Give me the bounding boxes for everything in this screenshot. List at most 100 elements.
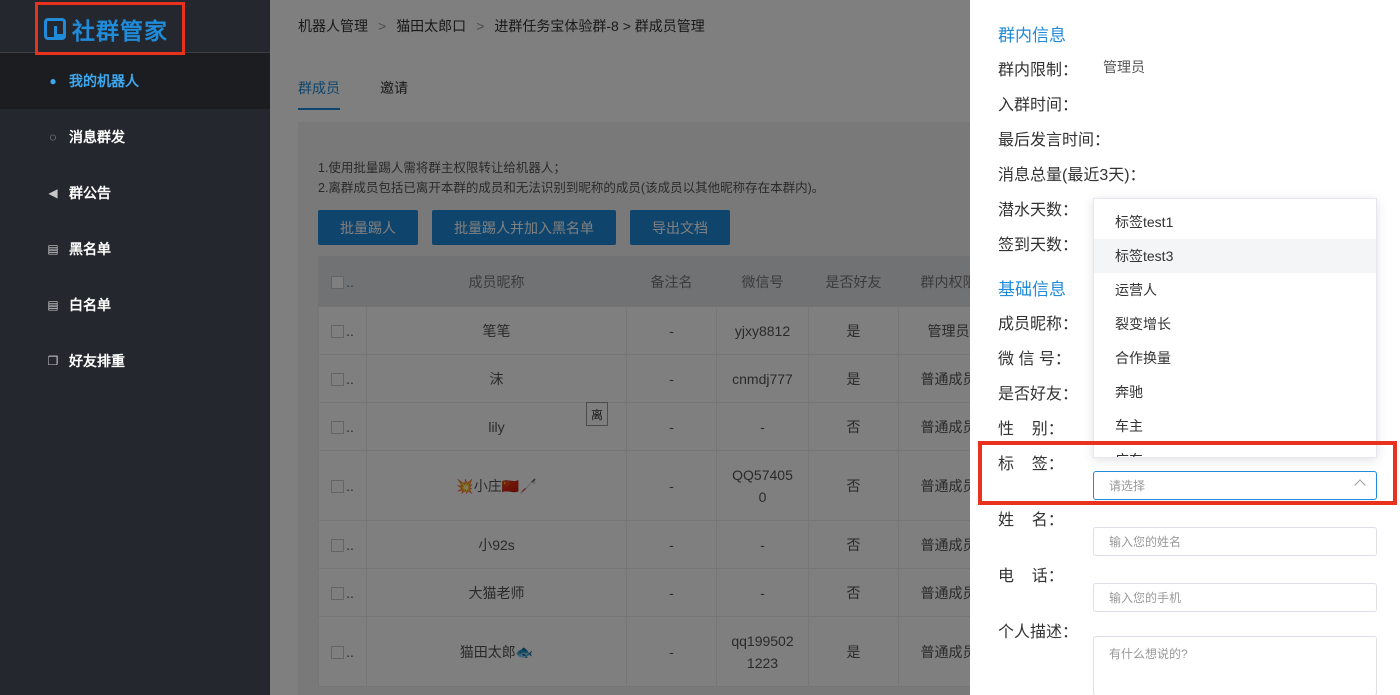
cell-role: 管理员 <box>898 306 970 355</box>
row-select-cell[interactable]: .. <box>318 306 367 355</box>
row-select-cell[interactable]: .. <box>318 354 367 403</box>
group-limit-value: 管理员 <box>1103 59 1145 75</box>
cell-wechat: - <box>716 520 809 569</box>
cell-nickname: 沫 <box>366 354 627 403</box>
row-checkbox[interactable] <box>331 587 345 601</box>
export-button[interactable]: 导出文档 <box>630 210 730 245</box>
table-row[interactable]: .. 沫 - cnmdj777 是 普通成员 <box>318 354 970 403</box>
phone-input-placeholder: 输入您的手机 <box>1109 591 1182 605</box>
tag-option[interactable]: 运营人 <box>1094 273 1376 307</box>
breadcrumb-item[interactable]: 猫田太郎口 <box>396 18 466 34</box>
cell-nickname: 小92s <box>366 520 627 569</box>
tag-option[interactable]: 广东 <box>1094 443 1376 457</box>
tag-option[interactable]: 奔驰 <box>1094 375 1376 409</box>
description-label: 个人描述： <box>998 624 1079 641</box>
cell-role: 普通成员 <box>898 450 970 521</box>
sidebar: 社群管家 ● 我的机器人 ◌ 消息群发 ◀ 群公告 ▤ 黑名单 ▤ 白名单 ❐ … <box>0 0 270 695</box>
cell-nickname: 笔笔 <box>366 306 627 355</box>
phone-label: 电 话： <box>998 568 1064 585</box>
header-remark: 备注名 <box>626 256 717 307</box>
select-all-checkbox[interactable] <box>331 276 345 290</box>
cell-role: 普通成员 <box>898 354 970 403</box>
breadcrumb: 机器人管理 > 猫田太郎口 > 进群任务宝体验群-8 > 群成员管理 <box>298 16 705 36</box>
cell-remark: - <box>626 450 717 521</box>
name-input[interactable]: 输入您的姓名 <box>1093 527 1377 556</box>
tag-option[interactable]: 标签test1 <box>1094 205 1376 239</box>
select-all-header[interactable]: .. <box>318 256 367 307</box>
header-role: 群内权限 <box>898 256 970 307</box>
cell-friend: 是 <box>808 616 899 687</box>
copy-icon: ❐ <box>47 354 59 368</box>
sidebar-item-blacklist[interactable]: ▤ 黑名单 <box>0 221 270 277</box>
batch-kick-button[interactable]: 批量踢人 <box>318 210 418 245</box>
row-checkbox[interactable] <box>331 373 345 387</box>
cell-remark: - <box>626 306 717 355</box>
header-nickname: 成员昵称 <box>366 256 627 307</box>
sidebar-nav: ● 我的机器人 ◌ 消息群发 ◀ 群公告 ▤ 黑名单 ▤ 白名单 ❐ 好友排重 <box>0 53 270 389</box>
row-checkbox[interactable] <box>331 421 345 435</box>
tab-members[interactable]: 群成员 <box>298 78 340 110</box>
table-row[interactable]: .. lily - - 否 普通成员 <box>318 402 970 451</box>
note-line: 1.使用批量踢人需将群主权限转让给机器人； <box>318 161 566 175</box>
sidebar-item-label: 消息群发 <box>69 129 125 145</box>
sidebar-item-whitelist[interactable]: ▤ 白名单 <box>0 277 270 333</box>
header-friend: 是否好友 <box>808 256 899 307</box>
cell-remark: - <box>626 402 717 451</box>
tag-option[interactable]: 车主 <box>1094 409 1376 443</box>
name-input-placeholder: 输入您的姓名 <box>1109 535 1182 549</box>
row-checkbox[interactable] <box>331 480 345 494</box>
logo-text: 社群管家 <box>72 17 168 44</box>
row-checkbox[interactable] <box>331 539 345 553</box>
row-checkbox[interactable] <box>331 646 345 660</box>
row-select-cell[interactable]: .. <box>318 616 367 687</box>
row-select-cell[interactable]: .. <box>318 402 367 451</box>
id-card-icon: ▤ <box>47 242 59 256</box>
group-info-title: 群内信息 <box>998 26 1066 45</box>
logo-mark-icon <box>44 17 66 40</box>
table-row[interactable]: .. 大猫老师 - - 否 普通成员 <box>318 568 970 617</box>
tag-option[interactable]: 合作换量 <box>1094 341 1376 375</box>
row-select-cell[interactable]: .. <box>318 450 367 521</box>
cell-friend: 是 <box>808 306 899 355</box>
tab-invite[interactable]: 邀请 <box>380 78 408 110</box>
basic-info-title: 基础信息 <box>998 280 1066 299</box>
sidebar-item-friend-dedup[interactable]: ❐ 好友排重 <box>0 333 270 389</box>
members-table: .. 成员昵称 备注名 微信号 是否好友 群内权限 .. 笔笔 - yjxy88… <box>318 256 970 687</box>
cell-role: 普通成员 <box>898 616 970 687</box>
main-content: 机器人管理 > 猫田太郎口 > 进群任务宝体验群-8 > 群成员管理 群成员 邀请 1.… <box>270 0 970 695</box>
sidebar-item-label: 好友排重 <box>69 353 125 369</box>
cell-friend: 否 <box>808 450 899 521</box>
checkin-days-label: 签到天数： <box>998 237 1079 254</box>
row-select-cell[interactable]: .. <box>318 568 367 617</box>
row-select-cell[interactable]: .. <box>318 520 367 569</box>
sidebar-item-my-robots[interactable]: ● 我的机器人 <box>0 53 270 109</box>
description-textarea[interactable]: 有什么想说的? <box>1093 636 1377 695</box>
cell-friend: 是 <box>808 354 899 403</box>
tag-option[interactable]: 标签test3 <box>1094 239 1376 273</box>
logo-area: 社群管家 <box>0 0 270 55</box>
sidebar-item-announcement[interactable]: ◀ 群公告 <box>0 165 270 221</box>
sidebar-item-label: 黑名单 <box>69 241 111 257</box>
row-checkbox[interactable] <box>331 325 345 339</box>
cell-remark: - <box>626 520 717 569</box>
tag-option[interactable]: 裂变增长 <box>1094 307 1376 341</box>
wechat-label: 微 信 号： <box>998 351 1071 368</box>
cell-remark: - <box>626 354 717 403</box>
lurk-days-label: 潜水天数： <box>998 202 1079 219</box>
cell-friend: 否 <box>808 568 899 617</box>
table-row[interactable]: .. 猫田太郎🐟 - qq199502 1223 是 普通成员 <box>318 616 970 687</box>
table-row[interactable]: .. 💥小庄🇨🇳🦯 - QQ57405 0 否 普通成员 <box>318 450 970 521</box>
logo[interactable]: 社群管家 <box>35 2 185 55</box>
batch-kick-blacklist-button[interactable]: 批量踢人并加入黑名单 <box>432 210 616 245</box>
gender-label: 性 别： <box>998 421 1064 438</box>
table-row[interactable]: .. 小92s - - 否 普通成员 <box>318 520 970 569</box>
message-total-label: 消息总量(最近3天)： <box>998 167 1146 184</box>
sidebar-item-mass-message[interactable]: ◌ 消息群发 <box>0 109 270 165</box>
table-row[interactable]: .. 笔笔 - yjxy8812 是 管理员 <box>318 306 970 355</box>
phone-input[interactable]: 输入您的手机 <box>1093 583 1377 612</box>
breadcrumb-item[interactable]: 机器人管理 <box>298 18 368 34</box>
notes: 1.使用批量踢人需将群主权限转让给机器人； 2.离群成员包括已离开本群的成员和无… <box>318 158 824 198</box>
header-wechat: 微信号 <box>716 256 809 307</box>
tag-select[interactable]: 请选择 <box>1093 471 1377 500</box>
id-card-icon: ▤ <box>47 298 59 312</box>
